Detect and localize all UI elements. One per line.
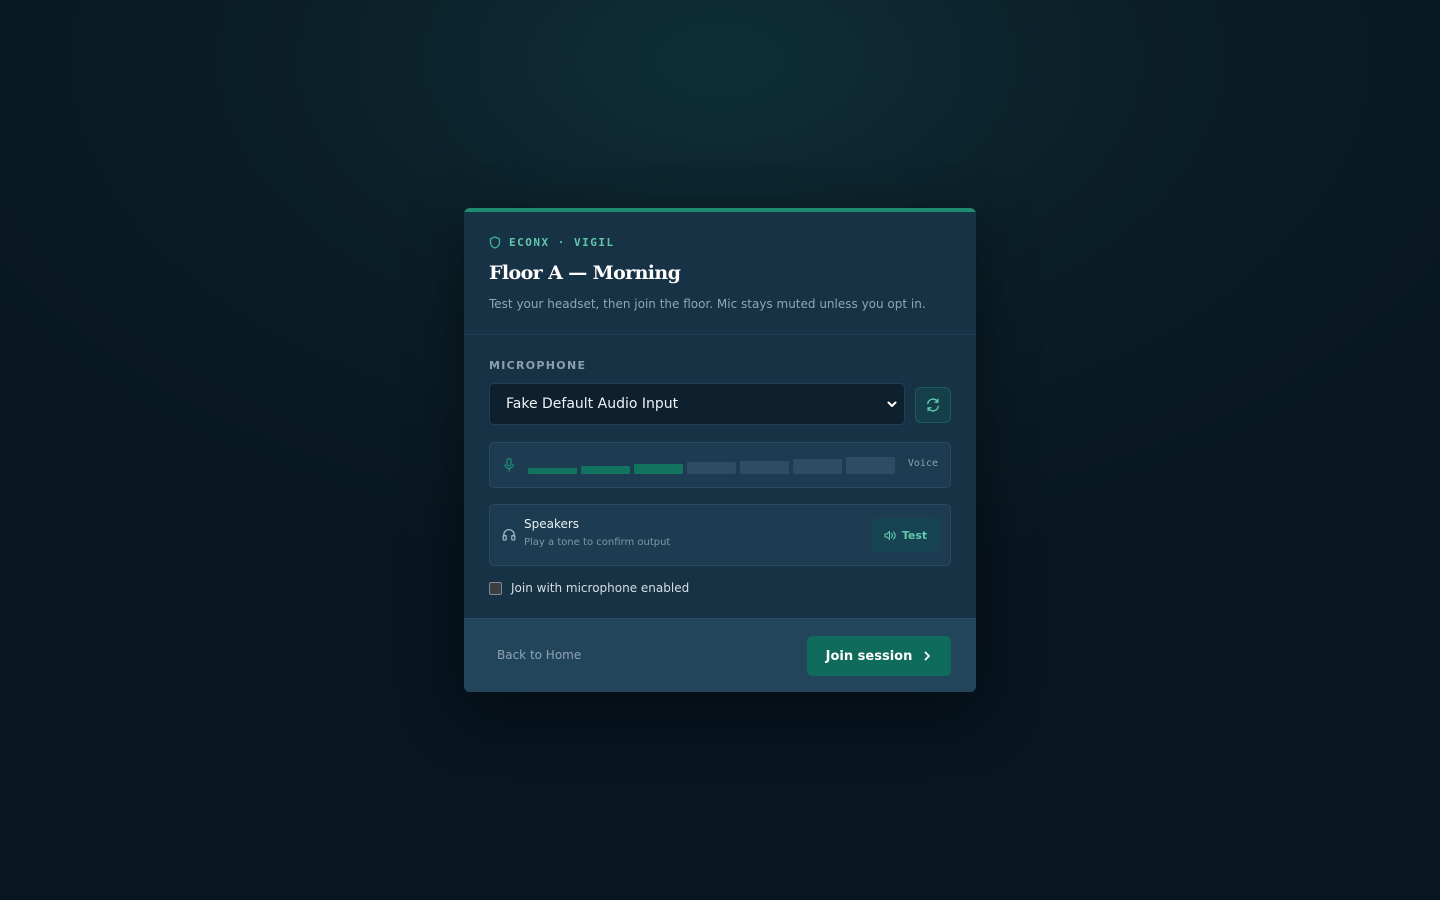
join-with-mic-label[interactable]: Join with microphone enabled bbox=[511, 581, 689, 595]
level-meter-label: Voice bbox=[907, 458, 938, 469]
join-with-mic-option[interactable]: Join with microphone enabled bbox=[489, 581, 689, 595]
headphones-icon bbox=[502, 529, 516, 541]
speakers-title: Speakers bbox=[524, 517, 580, 531]
level-bar bbox=[793, 459, 842, 474]
level-bar bbox=[687, 462, 736, 474]
level-bar bbox=[528, 468, 577, 474]
refresh-devices-button[interactable] bbox=[915, 387, 951, 423]
microphone-section-label: MICROPHONE bbox=[489, 359, 587, 372]
level-bar bbox=[634, 464, 683, 474]
chevron-down-icon bbox=[887, 401, 897, 407]
card-footer: Back to Home Join session bbox=[464, 618, 976, 692]
shield-icon bbox=[489, 236, 501, 249]
test-button-label: Test bbox=[901, 528, 928, 542]
chevron-right-icon bbox=[924, 651, 931, 661]
test-speakers-button[interactable]: Test bbox=[872, 518, 939, 552]
speakers-subtitle: Play a tone to confirm output bbox=[524, 537, 671, 548]
page-title: Floor A — Morning bbox=[489, 262, 681, 284]
join-session-card: ECONX · VIGIL Floor A — Morning Test you… bbox=[464, 208, 976, 692]
join-session-label: Join session bbox=[825, 648, 913, 664]
level-bar bbox=[740, 461, 789, 474]
level-bar bbox=[581, 466, 630, 474]
microphone-select-value: Fake Default Audio Input bbox=[506, 396, 679, 412]
page-subtitle: Test your headset, then join the floor. … bbox=[489, 297, 926, 311]
level-bar bbox=[846, 457, 895, 474]
microphone-select[interactable]: Fake Default Audio Input bbox=[489, 383, 905, 425]
back-to-home-link[interactable]: Back to Home bbox=[497, 648, 581, 662]
mic-level-meter: Voice bbox=[489, 442, 951, 488]
brand: ECONX · VIGIL bbox=[489, 236, 615, 249]
speakers-panel: Speakers Play a tone to confirm output T… bbox=[489, 504, 951, 566]
join-with-mic-checkbox[interactable] bbox=[489, 581, 502, 595]
speaker-icon bbox=[884, 530, 896, 540]
card-header: ECONX · VIGIL Floor A — Morning Test you… bbox=[464, 208, 976, 335]
join-session-button[interactable]: Join session bbox=[807, 636, 951, 676]
microphone-icon bbox=[504, 457, 514, 472]
refresh-icon bbox=[927, 398, 939, 412]
brand-label: ECONX · VIGIL bbox=[509, 236, 615, 249]
